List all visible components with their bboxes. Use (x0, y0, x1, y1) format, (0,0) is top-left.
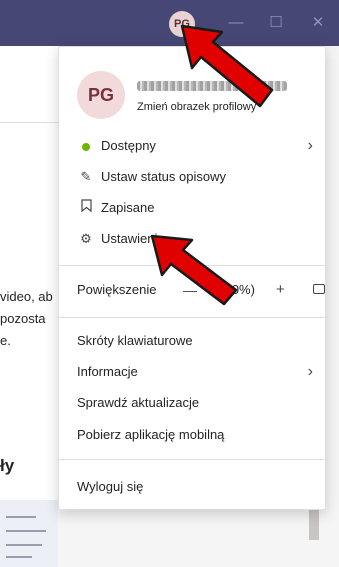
card-line (6, 516, 36, 518)
keyboard-shortcuts-label: Skróty klawiaturowe (77, 333, 193, 348)
annotation-arrow-icon (180, 24, 274, 108)
close-button[interactable]: ✕ (307, 12, 329, 34)
background-text: pozosta (0, 311, 46, 326)
annotation-arrow-icon (150, 234, 238, 306)
status-available-icon (77, 135, 95, 157)
menu-item-keyboard-shortcuts[interactable]: Skróty klawiaturowe (77, 330, 317, 352)
about-label: Informacje (77, 364, 138, 379)
sign-out-label: Wyloguj się (77, 479, 144, 494)
card-line (6, 544, 42, 546)
check-updates-label: Sprawdź aktualizacje (77, 395, 200, 410)
zoom-in-button[interactable]: + (276, 279, 285, 301)
menu-item-sign-out[interactable]: Wyloguj się (77, 476, 317, 498)
menu-item-status[interactable]: Dostępny › (77, 135, 317, 157)
menu-separator (59, 459, 325, 460)
fullscreen-icon[interactable] (313, 284, 325, 294)
divider (0, 122, 58, 123)
menu-separator (59, 317, 325, 318)
menu-item-saved[interactable]: Zapisane (77, 197, 317, 219)
background-card (0, 500, 58, 567)
background-panel (0, 46, 58, 567)
menu-item-about[interactable]: Informacje › (77, 361, 317, 383)
zoom-label: Powiększenie (77, 282, 157, 297)
edit-icon: ✎ (80, 169, 92, 184)
profile-avatar[interactable]: PG (77, 71, 125, 119)
chevron-right-icon: › (307, 363, 313, 380)
saved-label: Zapisane (101, 200, 155, 215)
card-line (6, 556, 32, 558)
menu-item-download-mobile[interactable]: Pobierz aplikację mobilną (77, 424, 317, 446)
bookmark-icon (77, 197, 95, 219)
background-text: e. (0, 333, 11, 348)
card-line (6, 530, 46, 532)
menu-item-check-updates[interactable]: Sprawdź aktualizacje (77, 392, 317, 414)
menu-item-set-status-message[interactable]: ✎ Ustaw status opisowy (77, 166, 317, 188)
status-label: Dostępny (101, 138, 156, 153)
background-text: video, ab (0, 289, 53, 304)
gear-icon: ⚙ (80, 231, 92, 246)
title-bar: PG — ☐ ✕ (0, 0, 339, 46)
set-status-message-label: Ustaw status opisowy (101, 169, 226, 184)
download-mobile-label: Pobierz aplikację mobilną (77, 427, 225, 442)
chevron-right-icon: › (307, 137, 313, 154)
background-heading: ły (0, 456, 15, 475)
